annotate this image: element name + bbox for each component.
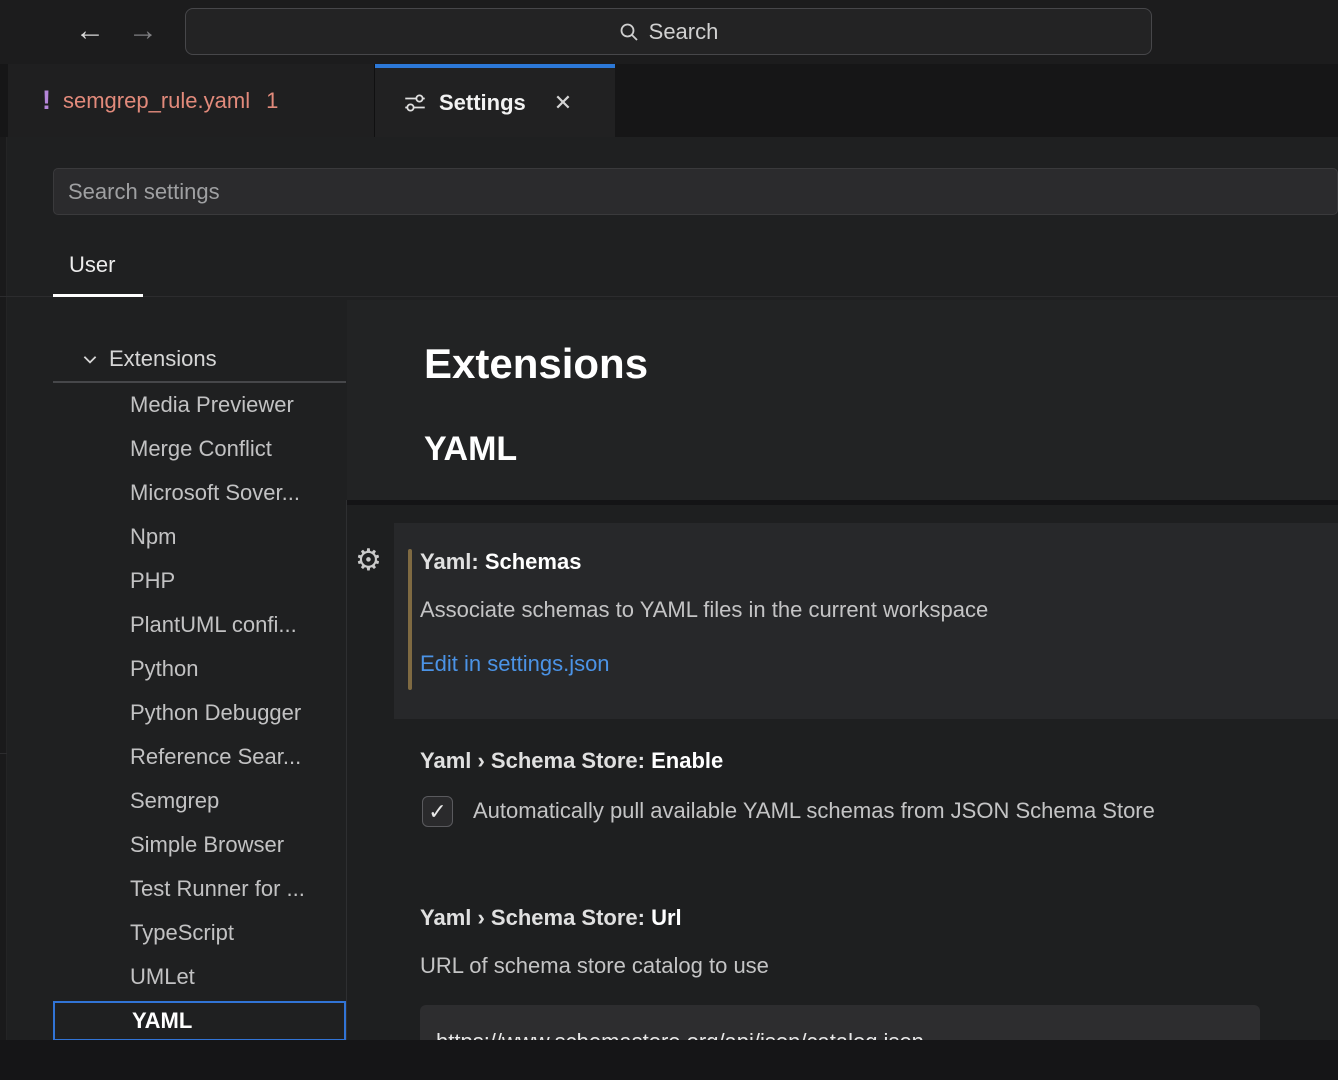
toc-item-plantuml[interactable]: PlantUML confi... xyxy=(53,603,346,647)
toc-item-simple-browser[interactable]: Simple Browser xyxy=(53,823,346,867)
scope-tabs-divider xyxy=(0,296,1338,297)
setting-description-schema-store-url: URL of schema store catalog to use xyxy=(420,953,769,979)
forward-arrow-icon[interactable]: → xyxy=(128,14,158,48)
toc-item-semgrep[interactable]: Semgrep xyxy=(53,779,346,823)
toc-item-typescript[interactable]: TypeScript xyxy=(53,911,346,955)
bottom-panel-band xyxy=(0,1040,1338,1080)
setting-title-schema-store-url: Yaml › Schema Store: Url xyxy=(420,905,682,931)
toc-item-merge-conflict[interactable]: Merge Conflict xyxy=(53,427,346,471)
toc-item-extensions[interactable]: Extensions xyxy=(53,337,346,381)
settings-sliders-icon xyxy=(403,91,427,115)
scope-tab-user[interactable]: User xyxy=(69,252,115,278)
setting-name: Schemas xyxy=(485,549,582,574)
file-tab-problem-badge: 1 xyxy=(266,88,278,114)
gear-icon[interactable]: ⚙ xyxy=(355,543,382,578)
toc-item-media-previewer[interactable]: Media Previewer xyxy=(53,383,346,427)
command-center-search[interactable]: Search xyxy=(185,8,1152,55)
setting-category: Yaml › Schema Store: xyxy=(420,748,651,773)
toc-item-npm[interactable]: Npm xyxy=(53,515,346,559)
tab-semgrep-rule-yaml[interactable]: ! semgrep_rule.yaml 1 xyxy=(8,64,375,137)
toc-item-test-runner[interactable]: Test Runner for ... xyxy=(53,867,346,911)
settings-editor: User Extensions Media Previewer Merge Co… xyxy=(0,137,1338,1040)
toc-item-yaml-selected[interactable]: YAML xyxy=(53,1001,346,1041)
checkmark-icon: ✓ xyxy=(428,799,446,825)
modified-indicator-bar xyxy=(408,549,412,690)
toc-item-umlet[interactable]: UMLet xyxy=(53,955,346,999)
left-edge-strip xyxy=(0,137,7,1040)
edit-in-settings-json-link[interactable]: Edit in settings.json xyxy=(420,651,610,677)
settings-tab-label: Settings xyxy=(439,90,526,116)
schema-store-enable-checkbox[interactable]: ✓ xyxy=(422,796,453,827)
setting-title-schema-store-enable: Yaml › Schema Store: Enable xyxy=(420,748,723,774)
toc-root-label: Extensions xyxy=(109,346,217,372)
schema-store-enable-label[interactable]: Automatically pull available YAML schema… xyxy=(473,798,1155,824)
chevron-down-icon xyxy=(81,350,99,368)
tab-settings[interactable]: Settings ✕ xyxy=(375,64,615,137)
setting-category: Yaml: xyxy=(420,549,485,574)
toc-item-php[interactable]: PHP xyxy=(53,559,346,603)
yaml-file-icon: ! xyxy=(42,85,51,116)
setting-name: Url xyxy=(651,905,682,930)
title-bar: ← → Search xyxy=(0,0,1338,64)
toc-item-reference-search[interactable]: Reference Sear... xyxy=(53,735,346,779)
settings-search-input[interactable] xyxy=(53,168,1338,215)
scope-tab-active-underline xyxy=(53,294,143,297)
setting-name: Enable xyxy=(651,748,723,773)
search-label: Search xyxy=(649,19,719,45)
setting-title-schemas: Yaml: Schemas xyxy=(420,549,581,575)
settings-toc: Extensions Media Previewer Merge Conflic… xyxy=(53,337,346,1041)
tab-bar-spacer xyxy=(0,64,8,137)
editor-tab-bar: ! semgrep_rule.yaml 1 Settings ✕ xyxy=(0,64,1338,137)
settings-breadcrumb-heading: Extensions xyxy=(424,340,648,388)
file-tab-label: semgrep_rule.yaml xyxy=(63,88,250,114)
settings-section-heading: YAML xyxy=(424,430,517,469)
setting-category: Yaml › Schema Store: xyxy=(420,905,651,930)
tab-bar-empty-space xyxy=(615,64,1338,137)
setting-description-schemas: Associate schemas to YAML files in the c… xyxy=(420,597,988,623)
close-tab-icon[interactable]: ✕ xyxy=(554,90,572,116)
schema-store-url-input[interactable] xyxy=(420,1005,1260,1040)
settings-list: ⚙ Yaml: Schemas Associate schemas to YAM… xyxy=(347,505,1338,1040)
toc-item-python-debugger[interactable]: Python Debugger xyxy=(53,691,346,735)
back-arrow-icon[interactable]: ← xyxy=(75,14,105,48)
toc-item-python[interactable]: Python xyxy=(53,647,346,691)
search-icon xyxy=(619,22,639,42)
toc-item-microsoft-sovereign[interactable]: Microsoft Sover... xyxy=(53,471,346,515)
